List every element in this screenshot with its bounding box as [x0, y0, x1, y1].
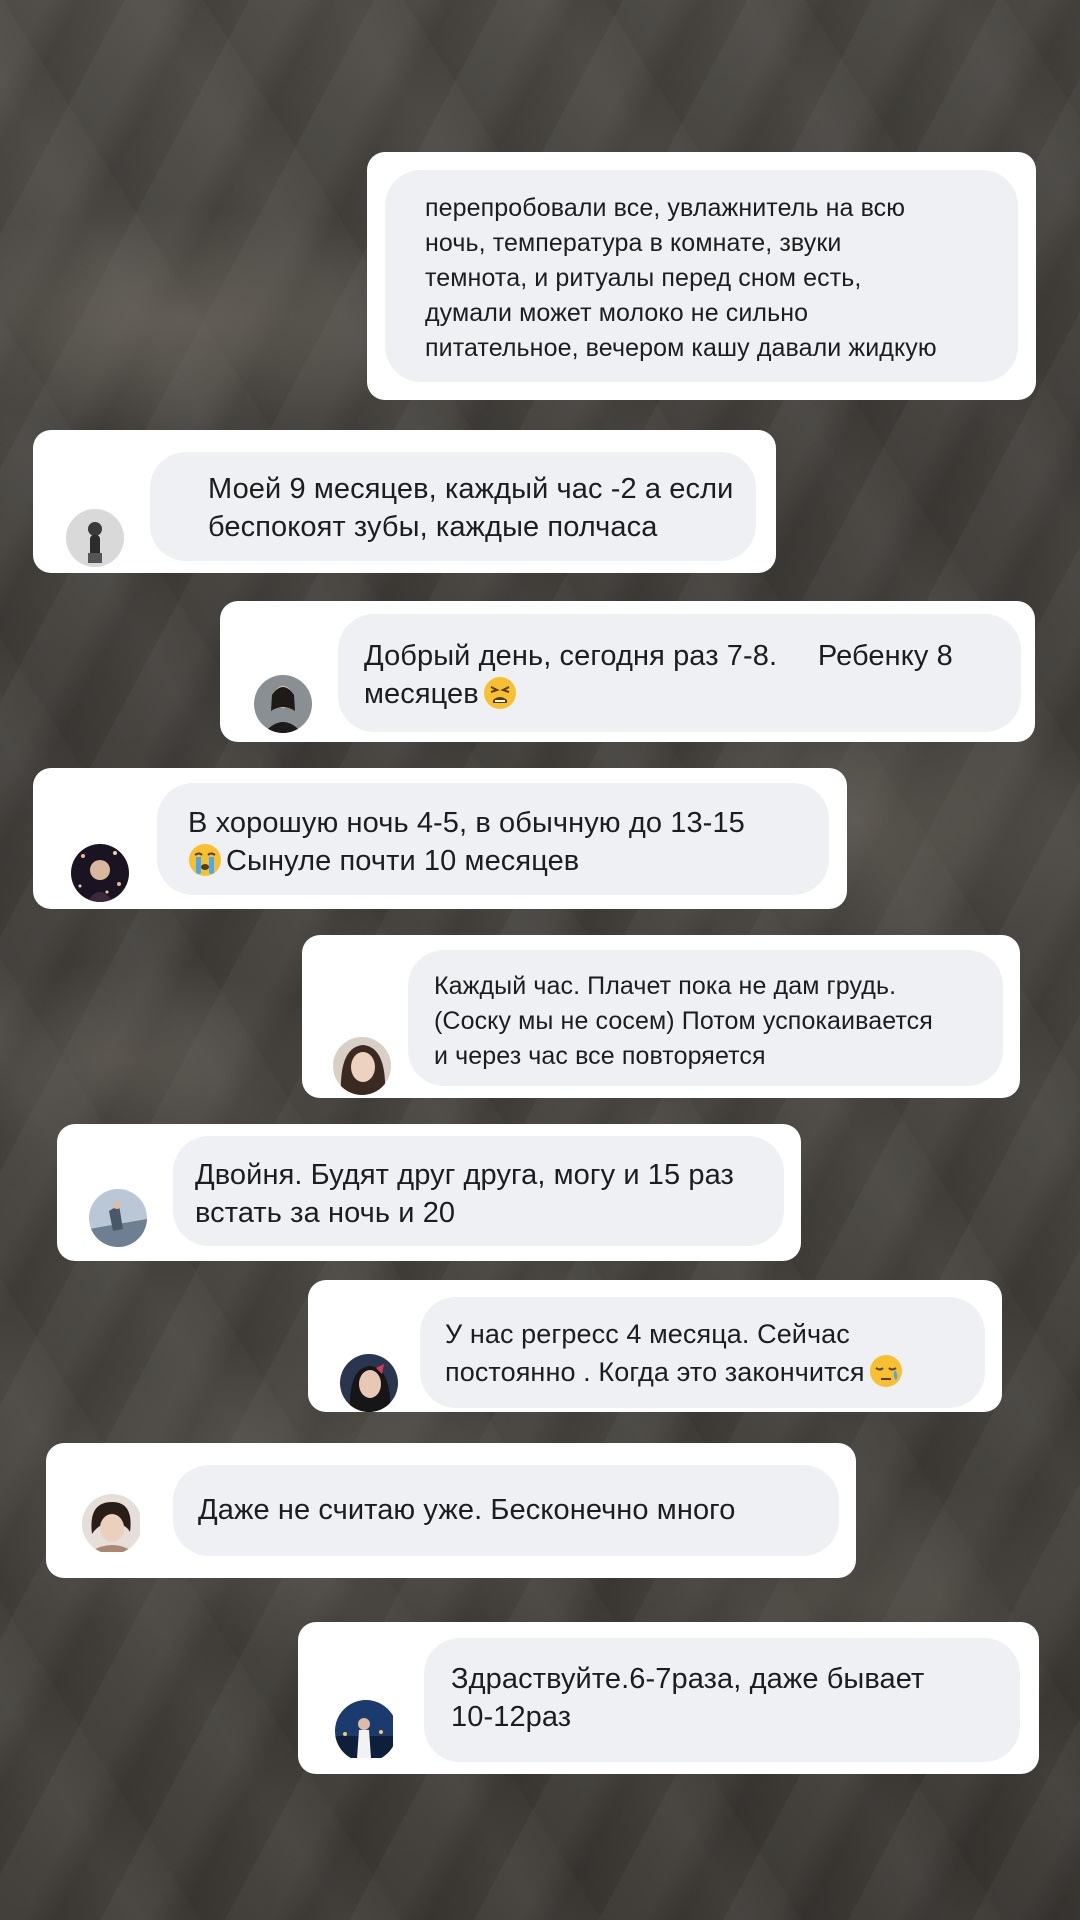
message-card-9: Здраствуйте.6-7раза, даже бывает 10-12ра… — [298, 1622, 1039, 1774]
message-bubble-3: Добрый день, сегодня раз 7-8. Ребенку 8 … — [338, 614, 1021, 732]
message-card-2: Моей 9 месяцев, каждый час -2 а если бес… — [33, 430, 776, 573]
user-avatar-icon[interactable] — [333, 1037, 391, 1095]
message-text-5: Каждый час. Плачет пока не дам грудь. (С… — [434, 972, 933, 1070]
message-bubble-9: Здраствуйте.6-7раза, даже бывает 10-12ра… — [424, 1638, 1020, 1762]
user-avatar-icon[interactable] — [66, 509, 124, 567]
message-text-8: Даже не считаю уже. Бесконечно много — [198, 1494, 736, 1526]
user-avatar-icon[interactable] — [71, 844, 129, 902]
message-text-4b: Сынуле почти 10 месяцев — [226, 845, 580, 877]
message-card-5: Каждый час. Плачет пока не дам грудь. (С… — [302, 935, 1020, 1098]
message-text-1: перепробовали все, увлажнитель на всю но… — [425, 194, 937, 362]
user-avatar-icon[interactable] — [82, 1494, 142, 1554]
message-bubble-7: У нас регресс 4 месяца. Сейчас постоянно… — [420, 1297, 985, 1408]
message-bubble-1: перепробовали все, увлажнитель на всю но… — [385, 170, 1018, 382]
message-card-1: перепробовали все, увлажнитель на всю но… — [367, 152, 1036, 400]
message-card-8: Даже не считаю уже. Бесконечно много — [46, 1443, 856, 1578]
message-text-9: Здраствуйте.6-7раза, даже бывает 10-12ра… — [451, 1663, 925, 1733]
message-card-6: Двойня. Будят друг друга, могу и 15 раз … — [57, 1124, 801, 1261]
sleepy-face-emoji — [869, 1354, 903, 1388]
message-bubble-2: Моей 9 месяцев, каждый час -2 а если бес… — [150, 452, 756, 561]
tired-face-emoji — [483, 676, 517, 710]
message-card-3: Добрый день, сегодня раз 7-8. Ребенку 8 … — [220, 601, 1035, 742]
message-bubble-4: В хорошую ночь 4-5, в обычную до 13-15 С… — [157, 783, 829, 895]
message-text-6: Двойня. Будят друг друга, могу и 15 раз … — [195, 1159, 734, 1229]
user-avatar-icon[interactable] — [335, 1700, 397, 1762]
message-text-3: Добрый день, сегодня раз 7-8. Ребенку 8 … — [364, 640, 953, 710]
message-bubble-8: Даже не считаю уже. Бесконечно много — [173, 1465, 839, 1556]
crying-face-emoji — [188, 843, 222, 877]
user-avatar-icon[interactable] — [254, 675, 312, 733]
message-text-2: Моей 9 месяцев, каждый час -2 а если бес… — [208, 473, 734, 543]
user-avatar-icon[interactable] — [340, 1354, 398, 1412]
message-bubble-5: Каждый час. Плачет пока не дам грудь. (С… — [408, 950, 1003, 1086]
message-card-7: У нас регресс 4 месяца. Сейчас постоянно… — [308, 1280, 1002, 1412]
message-text-7: У нас регресс 4 месяца. Сейчас постоянно… — [445, 1319, 865, 1387]
message-card-4: В хорошую ночь 4-5, в обычную до 13-15 С… — [33, 768, 847, 909]
message-text-4a: В хорошую ночь 4-5, в обычную до 13-15 — [188, 807, 745, 839]
message-bubble-6: Двойня. Будят друг друга, могу и 15 раз … — [173, 1136, 784, 1246]
user-avatar-icon[interactable] — [89, 1189, 147, 1247]
